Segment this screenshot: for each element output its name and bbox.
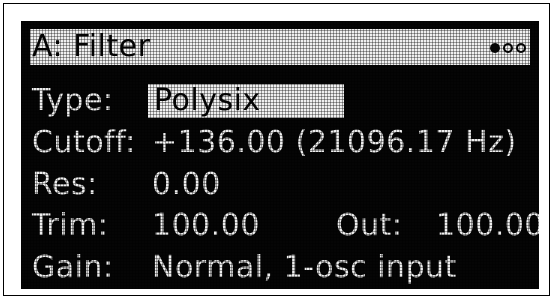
gain-label: Gain: <box>32 250 114 285</box>
page-header: A: Filter <box>30 29 530 65</box>
res-value[interactable]: 0.00 <box>152 170 221 200</box>
page-dot-1-active-icon[interactable] <box>490 43 500 53</box>
page-indicator <box>490 41 526 55</box>
lcd-screen: A: Filter Type: Polysix Cutoff: +136.00 … <box>21 21 539 289</box>
type-value: Polysix <box>154 83 261 118</box>
page-dot-3-icon[interactable] <box>516 43 526 53</box>
cutoff-label: Cutoff: <box>32 125 136 160</box>
trim-value[interactable]: 100.00 <box>152 211 260 241</box>
trim-label: Trim: <box>32 208 109 243</box>
out-value[interactable]: 100.00 <box>436 211 539 241</box>
gain-value[interactable]: Normal, 1-osc input <box>152 253 457 283</box>
out-label: Out: <box>336 208 403 243</box>
type-selector[interactable]: Polysix <box>148 84 344 118</box>
display-frame: A: Filter Type: Polysix Cutoff: +136.00 … <box>3 3 550 296</box>
page-dot-2-icon[interactable] <box>503 43 513 53</box>
cutoff-value[interactable]: +136.00 (21096.17 Hz) <box>152 128 517 158</box>
type-label: Type: <box>32 83 114 118</box>
res-label: Res: <box>32 167 98 202</box>
page-title: A: Filter <box>32 29 151 64</box>
